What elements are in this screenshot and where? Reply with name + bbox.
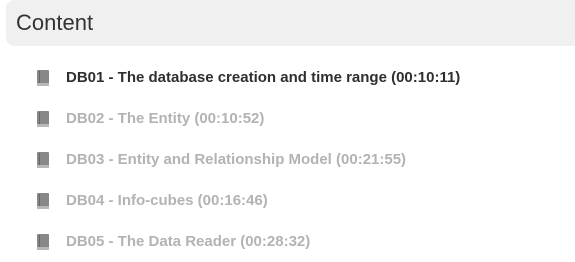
lesson-label: DB01 - The database creation and time ra… bbox=[66, 69, 461, 86]
lesson-list: DB01 - The database creation and time ra… bbox=[0, 57, 575, 262]
book-icon bbox=[37, 192, 49, 209]
book-icon bbox=[37, 151, 49, 168]
lesson-label: DB05 - The Data Reader (00:28:32) bbox=[66, 233, 311, 250]
book-icon bbox=[37, 110, 49, 127]
lesson-item-db02[interactable]: DB02 - The Entity (00:10:52) bbox=[0, 98, 575, 139]
lesson-label: DB03 - Entity and Relationship Model (00… bbox=[66, 151, 407, 168]
book-icon bbox=[37, 233, 49, 250]
lesson-label: DB02 - The Entity (00:10:52) bbox=[66, 110, 265, 127]
lesson-item-db04[interactable]: DB04 - Info-cubes (00:16:46) bbox=[0, 180, 575, 221]
book-icon bbox=[37, 69, 49, 86]
lesson-item-db05[interactable]: DB05 - The Data Reader (00:28:32) bbox=[0, 221, 575, 262]
content-section-header: Content bbox=[6, 0, 575, 46]
section-title: Content bbox=[16, 10, 94, 35]
lesson-item-db01[interactable]: DB01 - The database creation and time ra… bbox=[0, 57, 575, 98]
lesson-item-db03[interactable]: DB03 - Entity and Relationship Model (00… bbox=[0, 139, 575, 180]
lesson-label: DB04 - Info-cubes (00:16:46) bbox=[66, 192, 268, 209]
